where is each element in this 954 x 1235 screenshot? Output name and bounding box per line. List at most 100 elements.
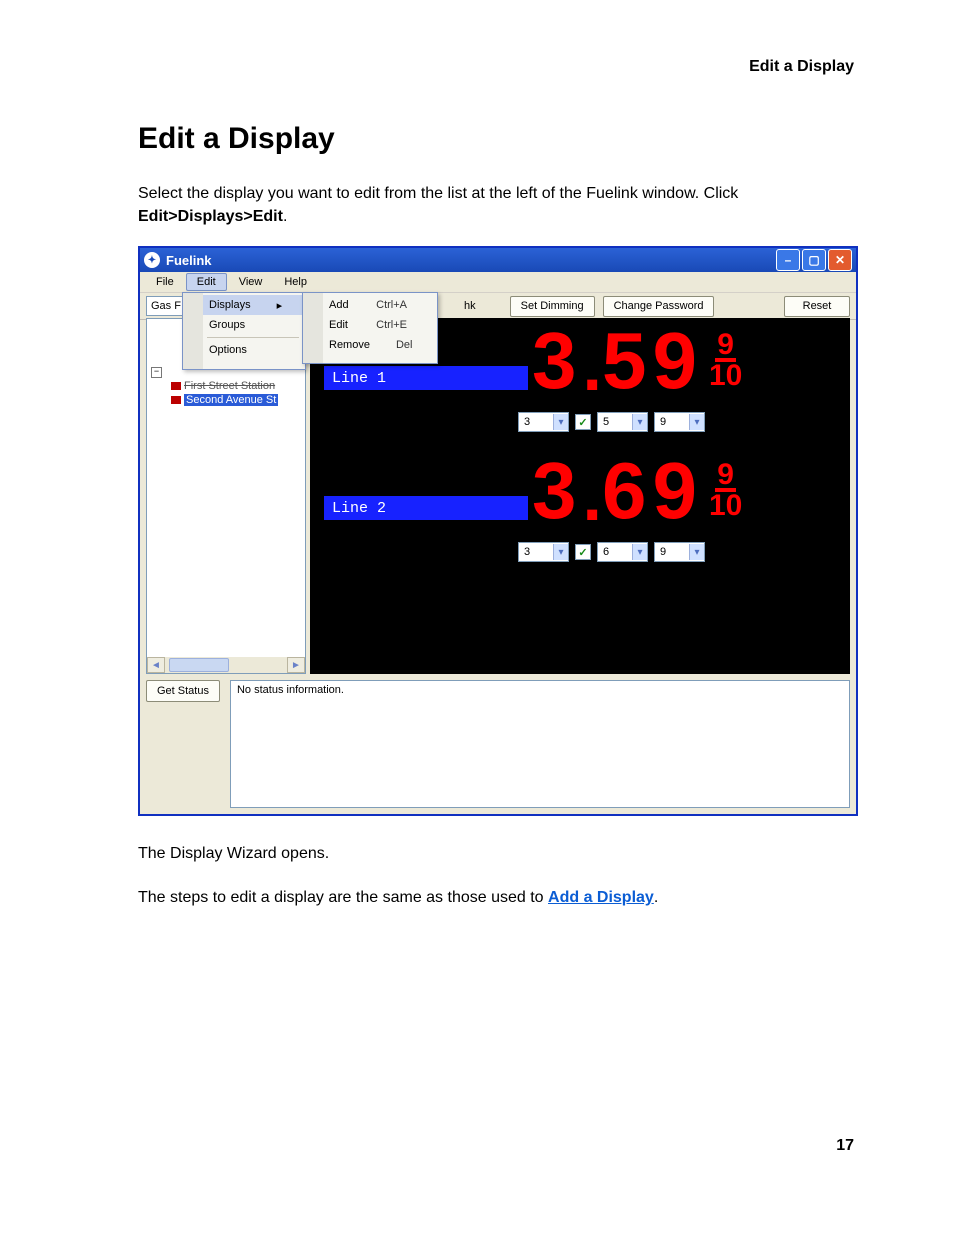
menubar: File Edit View Help [140,272,856,293]
submenu-remove-label: Remove [329,339,370,351]
line2-digit-2: 6 [602,456,653,526]
line1-decimal: . [583,336,602,396]
tree-item-second[interactable]: Second Avenue St [147,393,305,407]
intro-text-tail: . [283,208,287,225]
tree-horizontal-scrollbar[interactable]: ◄ ► [147,657,305,673]
line1-select-3-value: 9 [660,416,666,428]
dropdown-arrow-icon: ▾ [689,544,704,560]
tree-collapse-icon[interactable]: − [151,367,162,378]
running-head: Edit a Display [749,58,854,76]
get-status-button[interactable]: Get Status [146,680,220,702]
line1-fraction: 9 10 [709,332,742,390]
display-icon [171,396,181,404]
toolbar-hk-text: hk [464,300,476,312]
line2-checkbox[interactable]: ✓ [575,544,591,560]
submenu-add-label: Add [329,299,349,311]
window-titlebar: ✦ Fuelink – ▢ ✕ [140,248,856,272]
edit-menu-displays-label: Displays [209,299,251,311]
dropdown-arrow-icon: ▾ [632,544,647,560]
line1-select-1[interactable]: 3▾ [518,412,569,432]
line2-fraction-denominator: 10 [709,492,742,520]
display-icon [171,382,181,390]
menu-view[interactable]: View [229,274,273,290]
intro-text-1: Select the display you want to edit from… [138,185,738,202]
status-area: Get Status No status information. [140,674,856,814]
dropdown-arrow-icon: ▾ [553,414,568,430]
displays-submenu-remove[interactable]: Remove Del [305,335,435,355]
line2-select-2-value: 6 [603,546,609,558]
line1-digit-3: 9 [652,326,703,396]
line2-decimal: . [583,466,602,526]
change-password-button[interactable]: Change Password [603,296,715,317]
dropdown-arrow-icon: ▾ [553,544,568,560]
tree-item-second-label: Second Avenue St [184,394,278,406]
status-text-box: No status information. [230,680,850,808]
line2-digit-1: 3 [532,456,583,526]
menu-file[interactable]: File [146,274,184,290]
menu-help[interactable]: Help [274,274,317,290]
line1-select-2-value: 5 [603,416,609,428]
line2-select-3[interactable]: 9▾ [654,542,705,562]
dropdown-arrow-icon: ▾ [689,414,704,430]
submenu-arrow-icon: ▸ [251,299,283,312]
line1-selectors: 3▾ ✓ 5▾ 9▾ [518,412,705,432]
line2-select-1[interactable]: 3▾ [518,542,569,562]
submenu-add-shortcut: Ctrl+A [350,299,407,311]
submenu-edit-shortcut: Ctrl+E [350,319,407,331]
set-dimming-button[interactable]: Set Dimming [510,296,595,317]
reset-button[interactable]: Reset [784,296,850,317]
edit-menu-options-label: Options [209,344,247,356]
wizard-opens-paragraph: The Display Wizard opens. [138,842,854,865]
steps-text-b: . [654,889,658,906]
displays-submenu-add[interactable]: Add Ctrl+A [305,295,435,315]
line1-fraction-numerator: 9 [715,332,736,362]
dropdown-arrow-icon: ▾ [632,414,647,430]
scroll-left-icon[interactable]: ◄ [147,657,165,673]
minimize-button[interactable]: – [776,249,800,271]
maximize-button[interactable]: ▢ [802,249,826,271]
toolbar-combo-text: Gas F [151,300,181,312]
steps-paragraph: The steps to edit a display are the same… [138,886,854,909]
app-screenshot: ✦ Fuelink – ▢ ✕ File Edit View Help Gas … [138,246,858,816]
intro-paragraph: Select the display you want to edit from… [138,182,854,228]
scroll-thumb[interactable] [169,658,229,672]
add-a-display-link[interactable]: Add a Display [548,889,654,906]
toolbar-combo[interactable]: Gas F [146,296,186,316]
line2-price: 3 . 6 9 9 10 [532,456,742,526]
line1-digit-1: 3 [532,326,583,396]
edit-menu-groups-label: Groups [209,319,245,331]
status-text: No status information. [237,684,344,696]
submenu-remove-shortcut: Del [370,339,413,351]
line2-label[interactable]: Line 2 [324,496,528,520]
close-button[interactable]: ✕ [828,249,852,271]
line2-fraction-numerator: 9 [715,462,736,492]
line1-select-2[interactable]: 5▾ [597,412,648,432]
app-icon: ✦ [144,252,160,268]
displays-submenu-panel: Add Ctrl+A Edit Ctrl+E Remove Del [302,292,438,364]
scroll-right-icon[interactable]: ► [287,657,305,673]
tree-item-first[interactable]: First Street Station [147,379,305,393]
line2-select-3-value: 9 [660,546,666,558]
displays-submenu-edit[interactable]: Edit Ctrl+E [305,315,435,335]
edit-menu-panel: Displays ▸ Groups Options [182,292,306,370]
line1-checkbox[interactable]: ✓ [575,414,591,430]
window-title: Fuelink [166,253,212,268]
line1-price: 3 . 5 9 9 10 [532,326,742,396]
line1-digit-2: 5 [602,326,653,396]
line2-selectors: 3▾ ✓ 6▾ 9▾ [518,542,705,562]
line1-fraction-denominator: 10 [709,362,742,390]
menu-path-bold: Edit>Displays>Edit [138,208,283,225]
line2-fraction: 9 10 [709,462,742,520]
display-tree[interactable]: − First Street Station Second Avenue St … [146,318,306,674]
submenu-edit-label: Edit [329,319,348,331]
line1-select-3[interactable]: 9▾ [654,412,705,432]
line2-select-2[interactable]: 6▾ [597,542,648,562]
content-area: − First Street Station Second Avenue St … [140,318,856,814]
line1-label[interactable]: Line 1 [324,366,528,390]
steps-text-a: The steps to edit a display are the same… [138,889,548,906]
display-canvas: Line 1 3 . 5 9 9 10 3▾ ✓ 5▾ [310,318,850,674]
line1-select-1-value: 3 [524,416,530,428]
line2-select-1-value: 3 [524,546,530,558]
menu-edit[interactable]: Edit [186,273,227,291]
tree-item-first-label: First Street Station [184,380,275,392]
